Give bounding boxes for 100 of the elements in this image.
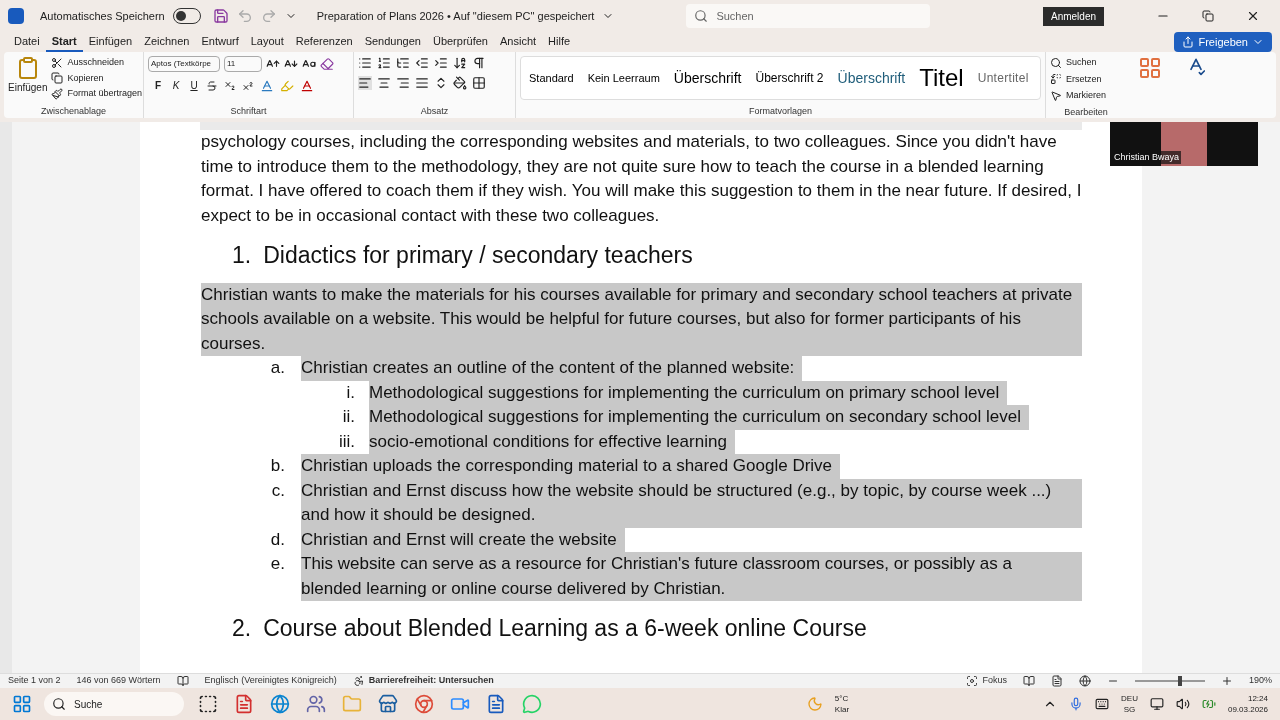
share-button[interactable]: Freigeben [1174, 32, 1272, 52]
clipboard-action[interactable]: Format übertragen [51, 87, 143, 101]
list-item-text: This website can serve as a resource for Christian's future classroom courses, or possibly as a blended learning or online course delivered by Christian. [301, 552, 1082, 601]
menu-tab[interactable]: Sendungen [358, 32, 427, 52]
sort-icon[interactable] [453, 56, 467, 70]
format-letter-button[interactable]: K [170, 78, 182, 93]
menu-tab[interactable]: Layout [244, 32, 290, 52]
focus-icon [966, 675, 979, 687]
input-language[interactable]: DEU [1121, 693, 1138, 704]
clipboard-action[interactable]: Ausschneiden [51, 56, 143, 70]
style-option[interactable]: Standard [529, 69, 574, 87]
keyboard-icon[interactable] [1095, 697, 1110, 711]
clear-format-icon[interactable] [320, 57, 334, 71]
font-name-field[interactable]: Aptos (Textkörpe [148, 56, 220, 72]
bullet-list-icon[interactable] [358, 56, 372, 70]
list-marker: a. [269, 357, 286, 379]
clipboard-action[interactable]: Kopieren [51, 71, 143, 85]
focus-button[interactable]: Fokus [966, 674, 1007, 688]
menu-tab[interactable]: Überprüfen [426, 32, 494, 52]
save-icon[interactable] [212, 8, 229, 24]
search-field[interactable]: Suchen [686, 4, 931, 28]
clock-date[interactable]: 09.03.2026 [1227, 704, 1268, 715]
proofing-icon[interactable] [176, 675, 189, 687]
network-icon[interactable] [1149, 697, 1164, 711]
read-mode-icon[interactable] [1022, 675, 1035, 687]
decrease-indent-icon[interactable] [415, 56, 429, 70]
weather-condition[interactable]: Klar [834, 704, 850, 715]
word-count[interactable]: 146 von 669 Wörtern [76, 674, 161, 688]
paste-button[interactable]: Einfügen [8, 56, 48, 95]
style-option[interactable]: Untertitel [977, 69, 1029, 87]
list-item-text: Methodological suggestions for implementing the curriculum on primary school level [369, 380, 1008, 405]
style-option[interactable]: Überschrift 2 [755, 69, 824, 87]
menu-tab[interactable]: Hilfe [542, 32, 577, 52]
menu-tab[interactable]: Einfügen [82, 32, 139, 52]
align-center-icon[interactable] [377, 76, 391, 90]
accessibility-icon [352, 675, 365, 687]
temperature[interactable]: 5°C [834, 693, 850, 704]
font-size-field[interactable]: 11 [224, 56, 262, 72]
strikethrough-icon[interactable] [206, 79, 218, 92]
start-icon[interactable] [12, 694, 32, 714]
add-ins-icon[interactable] [1138, 56, 1162, 80]
style-option[interactable]: Überschrift [673, 67, 742, 89]
align-left-icon[interactable] [358, 76, 372, 90]
copy-icon [51, 72, 64, 85]
zoom-in-icon[interactable] [1220, 675, 1233, 687]
editing-action[interactable]: Markieren [1050, 89, 1122, 103]
browser-icon[interactable] [414, 694, 434, 714]
superscript-icon[interactable] [242, 79, 254, 92]
format-letter-button[interactable]: U [188, 78, 200, 93]
menu-tab[interactable]: Entwurf [195, 32, 245, 52]
list-item-text: Christian creates an outline of the content of the planned website: [301, 356, 803, 381]
volume-icon[interactable] [1175, 697, 1190, 711]
microphone-icon[interactable] [1069, 697, 1084, 711]
replace-icon [1050, 73, 1062, 86]
font-color-icon[interactable] [300, 78, 314, 93]
menu-tab[interactable]: Ansicht [494, 32, 543, 52]
subscript-icon[interactable] [224, 79, 236, 92]
menu-tab[interactable]: Zeichnen [138, 32, 196, 52]
justify-icon[interactable] [415, 76, 429, 90]
print-layout-icon[interactable] [1050, 675, 1063, 687]
restore-icon[interactable] [1202, 10, 1214, 22]
web-layout-icon[interactable] [1078, 675, 1091, 687]
align-right-icon[interactable] [396, 76, 410, 90]
clock-time[interactable]: 12:24 [1247, 693, 1268, 704]
document-title[interactable]: Preparation of Plans 2026 • Auf "diesem PC" gespeichert [316, 7, 595, 25]
teams-icon[interactable] [306, 694, 326, 714]
body-paragraph: psychology courses, including the corresponding websites and materials, to two colleagues. Since you didn't have time to introduce them to the methodology, they are not quite sure how to teach the course in a blended learning format. I have offered to coach them if they wish. You will make this suggestion to them in the near future. If desired, I expect to be in occasional contact with these two colleagues. [201, 131, 1082, 227]
close-icon[interactable] [1246, 9, 1260, 23]
style-option[interactable]: Titel [919, 60, 964, 96]
style-option[interactable]: Kein Leerraum [587, 69, 660, 87]
app-icon[interactable] [198, 694, 218, 714]
zoom-thumb[interactable] [1178, 676, 1183, 686]
accessibility-status[interactable]: Barrierefreiheit: Untersuchen [352, 674, 494, 688]
text-effect-icon[interactable] [260, 78, 274, 93]
shading-icon[interactable] [453, 76, 467, 90]
store-icon[interactable] [378, 694, 398, 714]
section-heading: Didactics for primary / secondary teachers [263, 241, 693, 270]
borders-icon[interactable] [472, 76, 486, 90]
browser-icon[interactable] [270, 694, 290, 714]
multilevel-list-icon[interactable] [396, 56, 410, 70]
taskbar-search-field[interactable]: Suche [44, 692, 184, 716]
style-option[interactable]: Überschrift [837, 67, 906, 89]
sign-in-button[interactable]: Anmelden [1042, 6, 1104, 26]
keyboard-layout[interactable]: SG [1123, 704, 1136, 715]
zoom-level[interactable]: 190% [1248, 674, 1272, 688]
page-count[interactable]: Seite 1 von 2 [8, 674, 61, 688]
numbered-list-icon[interactable] [377, 56, 391, 70]
format-letter-button[interactable]: F [152, 78, 164, 93]
battery-icon[interactable] [1201, 697, 1216, 711]
menu-tab[interactable]: Referenzen [289, 32, 359, 52]
editing-action[interactable]: Ersetzen [1050, 72, 1122, 86]
menu-tab[interactable]: Datei [8, 32, 46, 52]
increase-indent-icon[interactable] [434, 56, 448, 70]
language-status[interactable]: Englisch (Vereinigtes Königreich) [204, 674, 337, 688]
body-paragraph: Christian wants to make the materials for his courses available for primary and secondary school teachers at private schools available on a website. This would be helpful for future courses, but also for former participants of his courses. [201, 282, 1082, 356]
pilcrow-icon[interactable] [472, 56, 486, 70]
word-app-icon[interactable] [486, 694, 506, 714]
word-logo-icon[interactable] [8, 8, 24, 24]
editing-action[interactable]: Suchen [1050, 56, 1122, 70]
list-marker: b. [269, 455, 286, 477]
